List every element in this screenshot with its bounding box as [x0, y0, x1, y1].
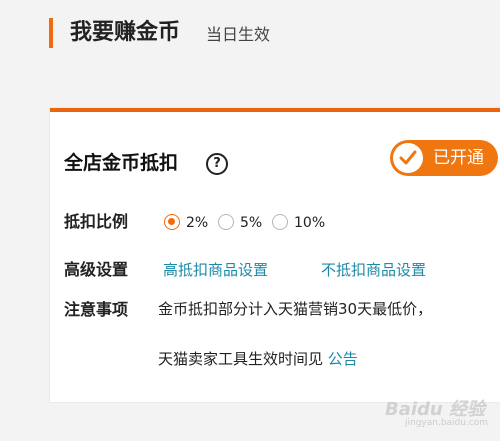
ratio-option-10[interactable]: 10%: [272, 212, 330, 234]
ratio-label: 抵扣比例: [64, 212, 129, 231]
ratio-option-2[interactable]: 2%: [164, 212, 210, 234]
check-icon: [393, 143, 423, 173]
coin-deduction-card: 全店金币抵扣 ? 已开通 抵扣比例 2% 5% 10% 高级设置 高抵扣商品设置…: [50, 108, 500, 402]
note-text: 金币抵扣部分计入天猫营销30天最低价，: [158, 300, 433, 318]
ratio-option-label: 10%: [294, 215, 326, 231]
activation-toggle[interactable]: 已开通: [390, 140, 498, 176]
page-subtitle: 当日生效: [206, 25, 271, 44]
high-deduction-settings-link[interactable]: 高抵扣商品设置: [163, 259, 268, 281]
baidu-watermark-url: jingyan.baidu.com: [405, 418, 489, 428]
radio-unchecked-icon: [218, 214, 234, 230]
notes-label: 注意事项: [64, 300, 129, 319]
card-title: 全店金币抵扣: [64, 152, 179, 174]
no-deduction-settings-link[interactable]: 不抵扣商品设置: [321, 259, 426, 281]
header-accent-bar: [49, 18, 53, 48]
toggle-label: 已开通: [433, 148, 484, 168]
announcement-link[interactable]: 公告: [328, 350, 358, 368]
note-effective-text: 天猫卖家工具生效时间见: [158, 350, 324, 368]
question-circle-icon[interactable]: ?: [206, 153, 228, 175]
note-effective-time: 天猫卖家工具生效时间见 公告: [158, 348, 358, 370]
radio-checked-icon: [164, 214, 180, 230]
radio-unchecked-icon: [272, 214, 288, 230]
ratio-option-5[interactable]: 5%: [218, 212, 268, 234]
ratio-option-label: 2%: [186, 215, 209, 231]
advanced-settings-label: 高级设置: [64, 260, 129, 279]
ratio-option-label: 5%: [240, 215, 263, 231]
page-title: 我要赚金币: [70, 20, 181, 45]
